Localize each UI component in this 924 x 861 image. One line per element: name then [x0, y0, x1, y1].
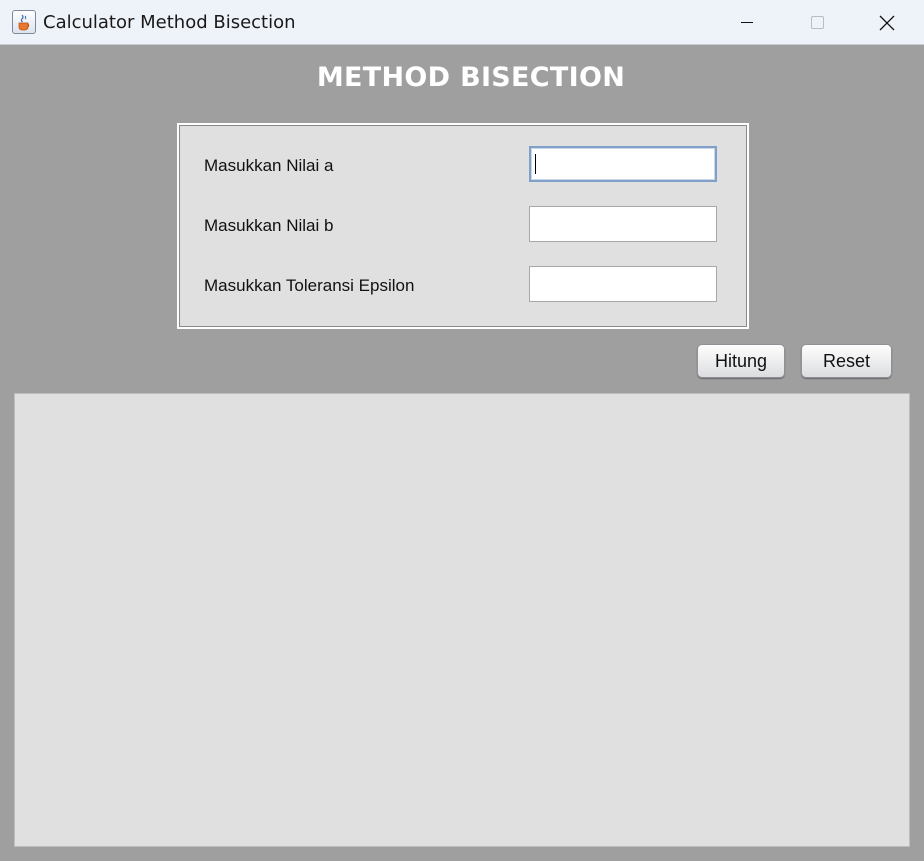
input-nilai-b[interactable] — [529, 206, 717, 242]
minimize-icon — [741, 22, 753, 23]
page-title: METHOD BISECTION — [316, 62, 626, 93]
close-icon — [879, 15, 895, 31]
output-text — [15, 394, 909, 406]
hitung-button[interactable]: Hitung — [697, 344, 785, 378]
input-toleransi-epsilon[interactable] — [529, 266, 717, 302]
label-nilai-a: Masukkan Nilai a — [204, 156, 334, 175]
text-cursor — [535, 154, 536, 174]
reset-button[interactable]: Reset — [801, 344, 892, 378]
java-cup-icon — [12, 10, 36, 34]
label-nilai-b: Masukkan Nilai b — [204, 216, 334, 235]
minimize-button[interactable] — [712, 0, 782, 45]
close-button[interactable] — [852, 0, 922, 45]
maximize-icon — [811, 16, 824, 29]
title-bar: Calculator Method Bisection — [0, 0, 924, 45]
input-nilai-a[interactable] — [529, 146, 717, 182]
output-text-area[interactable] — [14, 393, 910, 847]
maximize-button[interactable] — [782, 0, 852, 45]
label-toleransi-epsilon: Masukkan Toleransi Epsilon — [204, 276, 415, 295]
input-panel: Masukkan Nilai a Masukkan Nilai b Masukk… — [177, 123, 749, 329]
window-title: Calculator Method Bisection — [43, 12, 296, 33]
